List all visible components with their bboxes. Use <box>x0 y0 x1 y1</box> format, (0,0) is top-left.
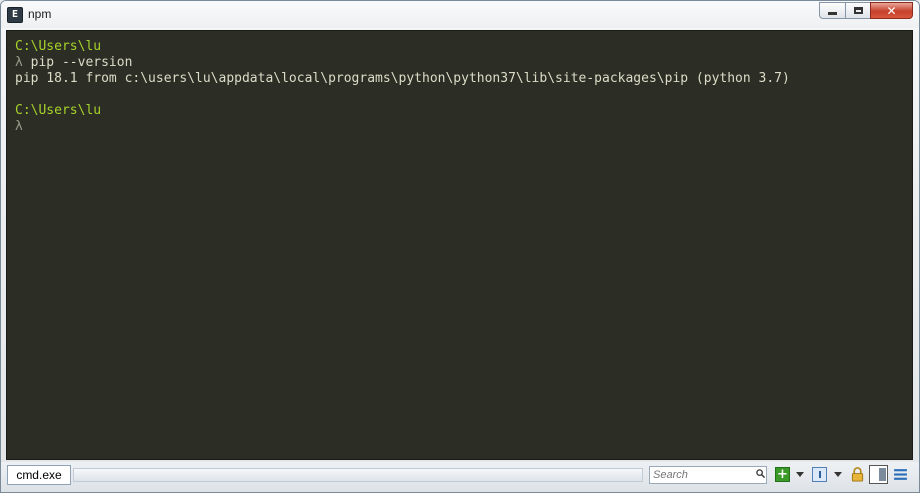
console-list-button[interactable] <box>812 467 827 482</box>
search-input[interactable] <box>649 466 767 484</box>
window-title: npm <box>28 7 52 21</box>
new-console-button[interactable]: + <box>775 467 790 482</box>
window-controls: ✕ <box>819 2 913 20</box>
lock-icon[interactable] <box>850 467 865 482</box>
command-text: pip --version <box>22 55 133 70</box>
lambda-prompt-icon: λ <box>15 119 23 134</box>
app-icon[interactable]: E <box>7 7 23 23</box>
split-view-button[interactable] <box>869 465 888 484</box>
close-button[interactable]: ✕ <box>870 2 913 19</box>
maximize-button[interactable] <box>845 2 870 19</box>
minimize-icon <box>828 11 837 15</box>
console-window: E npm ✕ C:\Users\lu λ pip --version pip … <box>0 0 920 493</box>
output-line: pip 18.1 from c:\users\lu\appdata\local\… <box>15 71 790 86</box>
prompt-line: C:\Users\lu <box>15 39 102 54</box>
chevron-down-icon[interactable] <box>834 472 842 477</box>
menu-icon[interactable] <box>893 467 908 482</box>
search-icon[interactable] <box>756 469 765 478</box>
command-line: λ <box>15 119 912 135</box>
lambda-prompt-icon: λ <box>15 55 23 70</box>
close-icon: ✕ <box>886 3 897 18</box>
maximize-icon <box>853 7 863 14</box>
minimize-button[interactable] <box>819 2 845 19</box>
chevron-down-icon[interactable] <box>796 472 804 477</box>
command-line: λ pip --version <box>15 55 912 71</box>
tab-strip <box>73 468 643 482</box>
status-bar: cmd.exe + <box>1 462 919 492</box>
title-bar[interactable]: E npm ✕ <box>1 1 919 28</box>
tab-cmd-exe[interactable]: cmd.exe <box>7 465 71 485</box>
terminal-output[interactable]: C:\Users\lu λ pip --version pip 18.1 fro… <box>6 30 913 460</box>
prompt-line: C:\Users\lu <box>15 103 102 118</box>
